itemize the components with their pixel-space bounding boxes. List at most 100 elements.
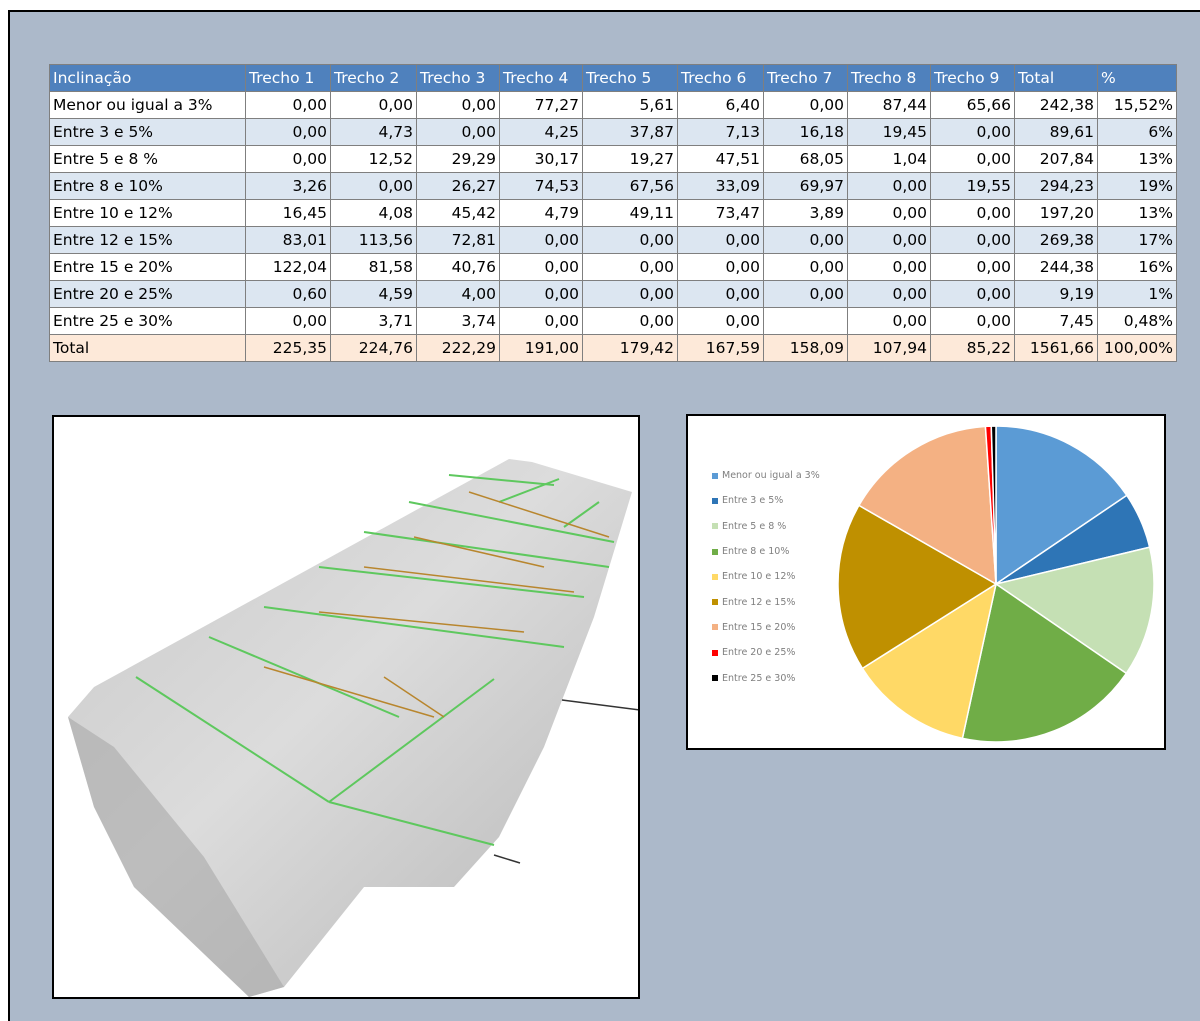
table-row: Entre 3 e 5% 0,00 4,73 0,00 4,25 37,87 7,13 16,… [49,118,1177,146]
table-cell: 0,00 [930,118,1015,146]
legend-label: Entre 8 e 10% [722,546,790,558]
row-label: Entre 8 e 10% [49,172,246,200]
table-cell: 16% [1097,253,1177,281]
table-cell: 47,51 [677,145,764,173]
table-cell: 0,00 [245,91,331,119]
table-cell: 19,55 [930,172,1015,200]
table-cell: 73,47 [677,199,764,227]
table-cell: 0,00 [677,226,764,254]
table-cell: 0,00 [930,226,1015,254]
table-cell: 0,00 [416,118,500,146]
table-row: Entre 25 e 30% 0,00 3,71 3,74 0,00 0,00 0,00 0,… [49,307,1177,335]
table-cell: 69,97 [763,172,848,200]
table-cell: 0,00 [930,199,1015,227]
column-header: Trecho 5 [582,64,678,92]
table-cell: 4,25 [499,118,583,146]
column-header: Trecho 7 [763,64,848,92]
table-header-row: Inclinação Trecho 1 Trecho 2 Trecho 3 Trecho… [49,64,1177,92]
table-row: Entre 12 e 15% 83,01 113,56 72,81 0,00 0,00 0,… [49,226,1177,254]
table-cell: 40,76 [416,253,500,281]
table-row: Entre 10 e 12% 16,45 4,08 45,42 4,79 49,11 73,… [49,199,1177,227]
table-cell: 89,61 [1014,118,1098,146]
legend-swatch [712,675,718,682]
column-header: Inclinação [49,64,246,92]
table-cell: 0,00 [582,226,678,254]
table-cell: 0,00 [330,91,417,119]
table-cell: 12,52 [330,145,417,173]
table-cell: 158,09 [763,334,848,362]
table-cell: 0,00 [499,253,583,281]
table-cell: 0,00 [763,253,848,281]
table-row: Entre 8 e 10% 3,26 0,00 26,27 74,53 67,56 33,0… [49,172,1177,200]
legend-label: Entre 25 e 30% [722,672,796,684]
legend-entry: Entre 8 e 10% [712,539,820,564]
table-cell: 83,01 [245,226,331,254]
table-cell: 113,56 [330,226,417,254]
legend-swatch [712,573,718,580]
table-cell [763,307,848,335]
table-cell: 26,27 [416,172,500,200]
table-cell: 0,00 [677,253,764,281]
table-cell: 17% [1097,226,1177,254]
legend-label: Entre 10 e 12% [722,571,796,583]
column-header: Trecho 2 [330,64,417,92]
table-cell: 0,00 [847,280,931,308]
table-cell: 0,00 [582,280,678,308]
table-cell: 0,00 [677,280,764,308]
table-cell: 4,73 [330,118,417,146]
table-total-row: Total 225,35 224,76 222,29 191,00 179,42 167,5… [49,334,1177,362]
legend-entry: Entre 5 e 8 % [712,514,820,539]
table-cell: 16,18 [763,118,848,146]
table-cell: 6,40 [677,91,764,119]
table-cell: 3,89 [763,199,848,227]
legend-label: Entre 12 e 15% [722,596,796,608]
table-cell: 6% [1097,118,1177,146]
legend-swatch [712,548,718,555]
table-cell: 0,00 [330,172,417,200]
table-cell: 65,66 [930,91,1015,119]
table-cell: 0,00 [763,280,848,308]
table-cell: 13% [1097,199,1177,227]
table-cell: 122,04 [245,253,331,281]
table-cell: 4,79 [499,199,583,227]
table-cell: 0,00 [847,253,931,281]
legend-entry: Entre 20 e 25% [712,640,820,665]
table-cell: 81,58 [330,253,417,281]
legend-swatch [712,497,718,504]
table-cell: 19% [1097,172,1177,200]
row-label: Total [49,334,246,362]
table-cell: 77,27 [499,91,583,119]
row-label: Entre 3 e 5% [49,118,246,146]
table-cell: 0,00 [499,280,583,308]
table-cell: 0,00 [930,145,1015,173]
table-cell: 0,48% [1097,307,1177,335]
row-label: Entre 10 e 12% [49,199,246,227]
row-label: Entre 5 e 8 % [49,145,246,173]
table-cell: 7,45 [1014,307,1098,335]
table-cell: 0,00 [763,226,848,254]
column-header: Total [1014,64,1098,92]
axis-line [561,699,641,711]
legend-entry: Entre 15 e 20% [712,615,820,640]
table-cell: 107,94 [847,334,931,362]
column-header: Trecho 1 [245,64,331,92]
table-cell: 4,59 [330,280,417,308]
table-cell: 294,23 [1014,172,1098,200]
table-cell: 222,29 [416,334,500,362]
legend-label: Entre 20 e 25% [722,647,796,659]
table-cell: 167,59 [677,334,764,362]
table-cell: 15,52% [1097,91,1177,119]
table-cell: 191,00 [499,334,583,362]
legend-entry: Entre 3 e 5% [712,488,820,513]
row-label: Entre 12 e 15% [49,226,246,254]
row-label: Entre 20 e 25% [49,280,246,308]
table-cell: 0,00 [245,307,331,335]
table-row: Entre 20 e 25% 0,60 4,59 4,00 0,00 0,00 0,00 0,… [49,280,1177,308]
legend-swatch [712,624,718,631]
table-cell: 0,00 [847,172,931,200]
table-cell: 0,00 [930,280,1015,308]
row-label: Entre 25 e 30% [49,307,246,335]
table-cell: 5,61 [582,91,678,119]
table-cell: 49,11 [582,199,678,227]
table-cell: 37,87 [582,118,678,146]
